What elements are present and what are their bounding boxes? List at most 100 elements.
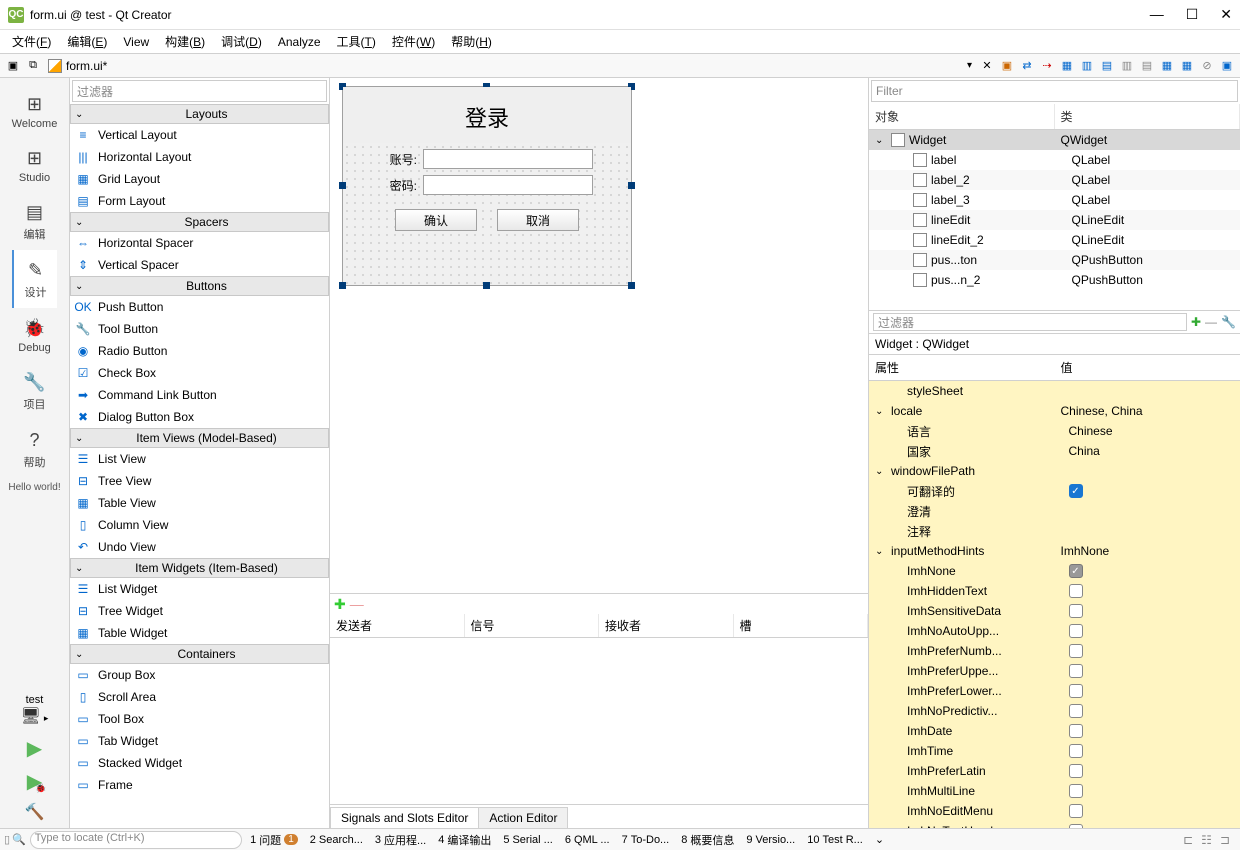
output-pane-tab[interactable]: 6 QML ... bbox=[559, 832, 616, 848]
sigslot-column[interactable]: 槽 bbox=[734, 614, 869, 637]
expand-icon[interactable]: ⌄ bbox=[875, 135, 887, 146]
layout-v-split-icon[interactable]: ▤ bbox=[1138, 57, 1156, 75]
object-row[interactable]: lineEdit_2QLineEdit bbox=[869, 230, 1240, 250]
expand-icon[interactable]: ⌄ bbox=[875, 406, 887, 417]
checkbox[interactable] bbox=[1069, 704, 1083, 718]
build-icon[interactable]: 🔨 bbox=[25, 802, 45, 822]
widget-category[interactable]: ⌄Containers bbox=[70, 644, 329, 664]
statusbar-chevron[interactable]: ⌄ bbox=[871, 833, 888, 846]
open-document[interactable]: form.ui* ▾ bbox=[42, 59, 978, 73]
property-row[interactable]: ImhSensitiveData bbox=[869, 601, 1240, 621]
object-inspector-tree[interactable]: ⌄WidgetQWidgetlabelQLabellabel_2QLabella… bbox=[869, 130, 1240, 310]
close-doc-icon[interactable]: ✕ bbox=[978, 57, 996, 75]
property-row[interactable]: 国家China bbox=[869, 441, 1240, 461]
property-grid[interactable]: styleSheet⌄localeChinese, China语言Chinese… bbox=[869, 381, 1240, 828]
property-row[interactable]: ImhPreferUppe... bbox=[869, 661, 1240, 681]
property-row[interactable]: ImhNoAutoUpp... bbox=[869, 621, 1240, 641]
widget-item[interactable]: ▯Scroll Area bbox=[70, 686, 329, 708]
debug-run-icon[interactable]: ▶🐞 bbox=[27, 769, 42, 794]
sigslot-column[interactable]: 接收者 bbox=[599, 614, 734, 637]
bottom-tab[interactable]: Signals and Slots Editor bbox=[330, 807, 479, 828]
layout-v-icon[interactable]: ▤ bbox=[1098, 57, 1116, 75]
widgetbox-filter[interactable]: 过滤器 bbox=[72, 80, 327, 102]
sigslot-column[interactable]: 发送者 bbox=[330, 614, 465, 637]
checkbox[interactable]: ✓ bbox=[1069, 484, 1083, 498]
widget-item[interactable]: ⇔Horizontal Spacer bbox=[70, 232, 329, 254]
edit-signals-icon[interactable]: ⇄ bbox=[1018, 57, 1036, 75]
output-pane-tab[interactable]: 9 Versio... bbox=[740, 832, 801, 848]
maximize-icon[interactable]: ☐ bbox=[1186, 6, 1199, 23]
account-label[interactable]: 账号: bbox=[381, 151, 417, 168]
checkbox[interactable] bbox=[1069, 644, 1083, 658]
widget-category[interactable]: ⌄Layouts bbox=[70, 104, 329, 124]
output-pane-tab[interactable]: 5 Serial ... bbox=[497, 832, 558, 848]
bottom-tab[interactable]: Action Editor bbox=[478, 807, 568, 828]
property-row[interactable]: ImhTime bbox=[869, 741, 1240, 761]
toolbar-expand-icon[interactable]: ▣ bbox=[4, 57, 22, 75]
menu-item[interactable]: Analyze bbox=[270, 32, 329, 52]
statusbar-left-icon[interactable]: ▯ bbox=[4, 833, 10, 846]
toggle-sidebar-icon[interactable]: ⊏ bbox=[1183, 833, 1193, 847]
property-row[interactable]: ImhNone✓ bbox=[869, 561, 1240, 581]
wrench-icon[interactable]: 🔧 bbox=[1221, 315, 1236, 329]
widget-item[interactable]: ▭Stacked Widget bbox=[70, 752, 329, 774]
expand-icon[interactable]: ⌄ bbox=[875, 466, 887, 477]
widget-item[interactable]: ✖Dialog Button Box bbox=[70, 406, 329, 428]
output-pane-tab[interactable]: 2 Search... bbox=[304, 832, 369, 848]
toolbar-copy-icon[interactable]: ⧉ bbox=[24, 57, 42, 75]
property-row[interactable]: ⌄windowFilePath bbox=[869, 461, 1240, 481]
design-canvas[interactable]: 登录 账号: 密码: 确认 取消 bbox=[330, 78, 868, 593]
output-pane-tab[interactable]: 4 编译输出 bbox=[432, 832, 497, 848]
output-pane-tab[interactable]: 7 To-Do... bbox=[616, 832, 676, 848]
property-row[interactable]: ImhPreferLatin bbox=[869, 761, 1240, 781]
property-filter[interactable]: 过滤器 bbox=[873, 313, 1187, 331]
cancel-button[interactable]: 取消 bbox=[497, 209, 579, 231]
menu-item[interactable]: 调试(D) bbox=[213, 30, 270, 53]
ok-button[interactable]: 确认 bbox=[395, 209, 477, 231]
property-row[interactable]: styleSheet bbox=[869, 381, 1240, 401]
property-row[interactable]: 注释 bbox=[869, 521, 1240, 541]
adjust-size-icon[interactable]: ▣ bbox=[1218, 57, 1236, 75]
widget-item[interactable]: ▭Group Box bbox=[70, 664, 329, 686]
checkbox[interactable] bbox=[1069, 744, 1083, 758]
widget-item[interactable]: ➡Command Link Button bbox=[70, 384, 329, 406]
resize-handle[interactable] bbox=[628, 282, 635, 289]
sigslot-body[interactable] bbox=[330, 638, 868, 804]
mode-welcome[interactable]: ⊞Welcome bbox=[12, 84, 58, 138]
property-row[interactable]: ⌄localeChinese, China bbox=[869, 401, 1240, 421]
object-row[interactable]: label_3QLabel bbox=[869, 190, 1240, 210]
widget-item[interactable]: ▦Table View bbox=[70, 492, 329, 514]
locator-input[interactable]: Type to locate (Ctrl+K) bbox=[30, 831, 242, 849]
object-row[interactable]: lineEditQLineEdit bbox=[869, 210, 1240, 230]
property-row[interactable]: ImhNoPredictiv... bbox=[869, 701, 1240, 721]
chevron-down-icon[interactable]: ▾ bbox=[967, 60, 972, 71]
widget-category[interactable]: ⌄Item Views (Model-Based) bbox=[70, 428, 329, 448]
checkbox[interactable] bbox=[1069, 684, 1083, 698]
property-row[interactable]: 语言Chinese bbox=[869, 421, 1240, 441]
mode-设计[interactable]: ✎设计 bbox=[12, 250, 58, 308]
checkbox[interactable] bbox=[1069, 784, 1083, 798]
widget-item[interactable]: ▦Grid Layout bbox=[70, 168, 329, 190]
widget-item[interactable]: OKPush Button bbox=[70, 296, 329, 318]
widget-item[interactable]: ▦Table Widget bbox=[70, 622, 329, 644]
widget-item[interactable]: ↶Undo View bbox=[70, 536, 329, 558]
object-row[interactable]: labelQLabel bbox=[869, 150, 1240, 170]
expand-icon[interactable]: ⌄ bbox=[875, 546, 887, 557]
widget-item[interactable]: ⊟Tree View bbox=[70, 470, 329, 492]
widget-category[interactable]: ⌄Spacers bbox=[70, 212, 329, 232]
edit-tab-order-icon[interactable]: ▦ bbox=[1058, 57, 1076, 75]
obj-column[interactable]: 类 bbox=[1055, 104, 1240, 129]
close-icon[interactable]: ✕ bbox=[1220, 6, 1232, 23]
menu-item[interactable]: 工具(T) bbox=[329, 30, 384, 53]
sigslot-column[interactable]: 信号 bbox=[465, 614, 600, 637]
mode-debug[interactable]: 🐞Debug bbox=[12, 308, 58, 362]
obj-column[interactable]: 对象 bbox=[869, 104, 1055, 129]
break-layout-icon[interactable]: ⊘ bbox=[1198, 57, 1216, 75]
locator[interactable]: 🔍 Type to locate (Ctrl+K) bbox=[12, 831, 242, 849]
property-row[interactable]: ImhPreferNumb... bbox=[869, 641, 1240, 661]
widget-item[interactable]: ▭Tool Box bbox=[70, 708, 329, 730]
form-title-label[interactable]: 登录 bbox=[343, 87, 631, 143]
add-property-icon[interactable]: ✚ bbox=[1191, 315, 1201, 329]
kit-selector[interactable]: test 🖥 ▸ bbox=[0, 690, 69, 730]
mode-帮助[interactable]: ?帮助 bbox=[12, 420, 58, 478]
